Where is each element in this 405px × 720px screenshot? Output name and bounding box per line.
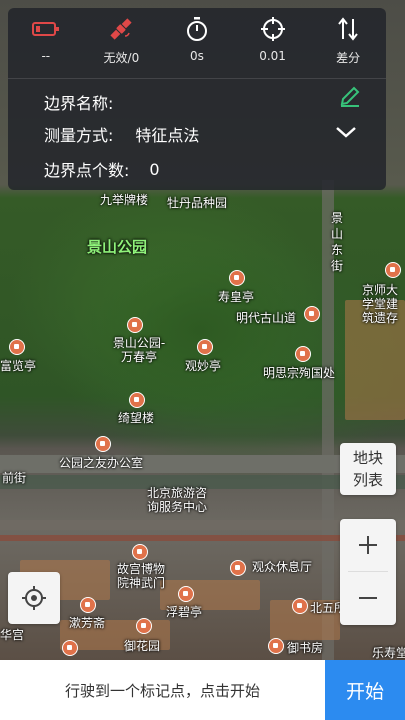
measurement-panel: -- 无效/0 0s 0.01 差分 边界名称: 测量方式: 特征点法 边界点个… xyxy=(8,8,386,190)
poi-marker[interactable] xyxy=(132,544,148,560)
plus-icon xyxy=(359,536,377,554)
start-button[interactable]: 开始 xyxy=(325,660,405,720)
locate-button[interactable] xyxy=(8,572,60,624)
boundary-name-field[interactable]: 边界名称: xyxy=(44,90,113,114)
map-label: 绮望楼 xyxy=(118,411,155,425)
map-label: 景山东街 xyxy=(331,211,344,273)
point-count-value: 0 xyxy=(149,159,160,179)
battery-low-icon xyxy=(31,14,61,44)
battery-value: -- xyxy=(41,49,51,63)
poi-marker[interactable] xyxy=(304,306,320,322)
stopwatch-icon xyxy=(185,14,209,44)
boundary-name-label: 边界名称: xyxy=(44,94,114,113)
poi-marker[interactable] xyxy=(197,339,213,355)
map-label: 漱芳斋 xyxy=(69,616,106,630)
point-count-label: 边界点个数: xyxy=(44,161,130,180)
poi-marker[interactable] xyxy=(129,392,145,408)
crosshair-icon xyxy=(260,14,286,44)
map-label: 华宫 xyxy=(0,628,25,642)
poi-marker[interactable] xyxy=(268,638,284,654)
map-label: 前街 xyxy=(2,471,27,485)
map-label: 观妙亭 xyxy=(185,359,222,373)
poi-marker[interactable] xyxy=(295,346,311,362)
precision-status: 0.01 xyxy=(235,14,311,76)
poi-marker[interactable] xyxy=(229,270,245,286)
precision-value: 0.01 xyxy=(259,49,286,63)
map-label: 御书房 xyxy=(287,641,324,655)
bottom-bar: 行驶到一个标记点，点击开始 开始 xyxy=(0,660,405,720)
block-list-label-line1: 地块 xyxy=(352,449,383,467)
block-list-label-line2: 列表 xyxy=(352,471,383,489)
poi-marker[interactable] xyxy=(9,339,25,355)
point-count-field: 边界点个数: 0 xyxy=(44,157,160,181)
locate-icon xyxy=(22,586,46,610)
poi-marker[interactable] xyxy=(95,436,111,452)
minus-icon xyxy=(359,597,377,599)
instruction-hint: 行驶到一个标记点，点击开始 xyxy=(64,681,260,700)
map-label: 观众休息厅 xyxy=(252,560,313,574)
mode-value: 差分 xyxy=(336,51,361,65)
park-label: 景山公园 xyxy=(87,238,148,256)
map-label: 寿皇亭 xyxy=(218,290,255,304)
poi-marker[interactable] xyxy=(80,597,96,613)
zoom-control xyxy=(340,519,396,625)
chevron-down-icon[interactable] xyxy=(334,120,358,144)
mode-status: 差分 xyxy=(310,14,386,76)
map-label: 九举牌楼 xyxy=(100,193,149,207)
timer-value: 0s xyxy=(190,49,204,63)
divider xyxy=(8,78,386,79)
measure-method-value[interactable]: 特征点法 xyxy=(135,122,199,146)
zoom-in-button[interactable] xyxy=(340,519,396,571)
map-label: 北京旅游咨询服务中心 xyxy=(146,486,207,514)
poi-marker[interactable] xyxy=(230,560,246,576)
map-label: 明代古山道 xyxy=(236,311,297,325)
zoom-out-button[interactable] xyxy=(340,572,396,624)
timer-status: 0s xyxy=(159,14,235,76)
poi-marker[interactable] xyxy=(292,598,308,614)
map-label: 故宫博物院神武门 xyxy=(116,562,165,590)
poi-marker[interactable] xyxy=(127,317,143,333)
status-row: -- 无效/0 0s 0.01 差分 xyxy=(8,14,386,76)
map-label: 乐寿堂 xyxy=(372,646,405,660)
satellite-value: 无效/0 xyxy=(103,51,140,65)
poi-marker[interactable] xyxy=(385,262,401,278)
map-label: 景山公园-万春亭 xyxy=(112,336,166,364)
map-label: 明思宗殉国处 xyxy=(263,366,336,380)
map-label: 御花园 xyxy=(124,639,161,653)
measure-method-field[interactable]: 测量方式: 特征点法 xyxy=(44,122,199,146)
updown-arrows-icon xyxy=(337,14,359,44)
edit-pencil-icon[interactable] xyxy=(338,84,362,108)
map-label: 富览亭 xyxy=(0,359,37,373)
satellite-icon xyxy=(108,14,134,44)
poi-marker[interactable] xyxy=(136,618,152,634)
poi-marker[interactable] xyxy=(62,640,78,656)
map-label: 京师大学堂建筑遗存 xyxy=(362,283,399,325)
map-label: 公园之友办公室 xyxy=(59,456,144,470)
map-label: 牡丹品种园 xyxy=(167,196,228,210)
measure-method-label: 测量方式: xyxy=(44,126,114,145)
poi-marker[interactable] xyxy=(178,586,194,602)
map-label: 浮碧亭 xyxy=(166,605,203,619)
satellite-status: 无效/0 xyxy=(84,14,160,76)
block-list-button[interactable]: 地块 列表 xyxy=(340,443,396,495)
battery-status: -- xyxy=(8,14,84,76)
